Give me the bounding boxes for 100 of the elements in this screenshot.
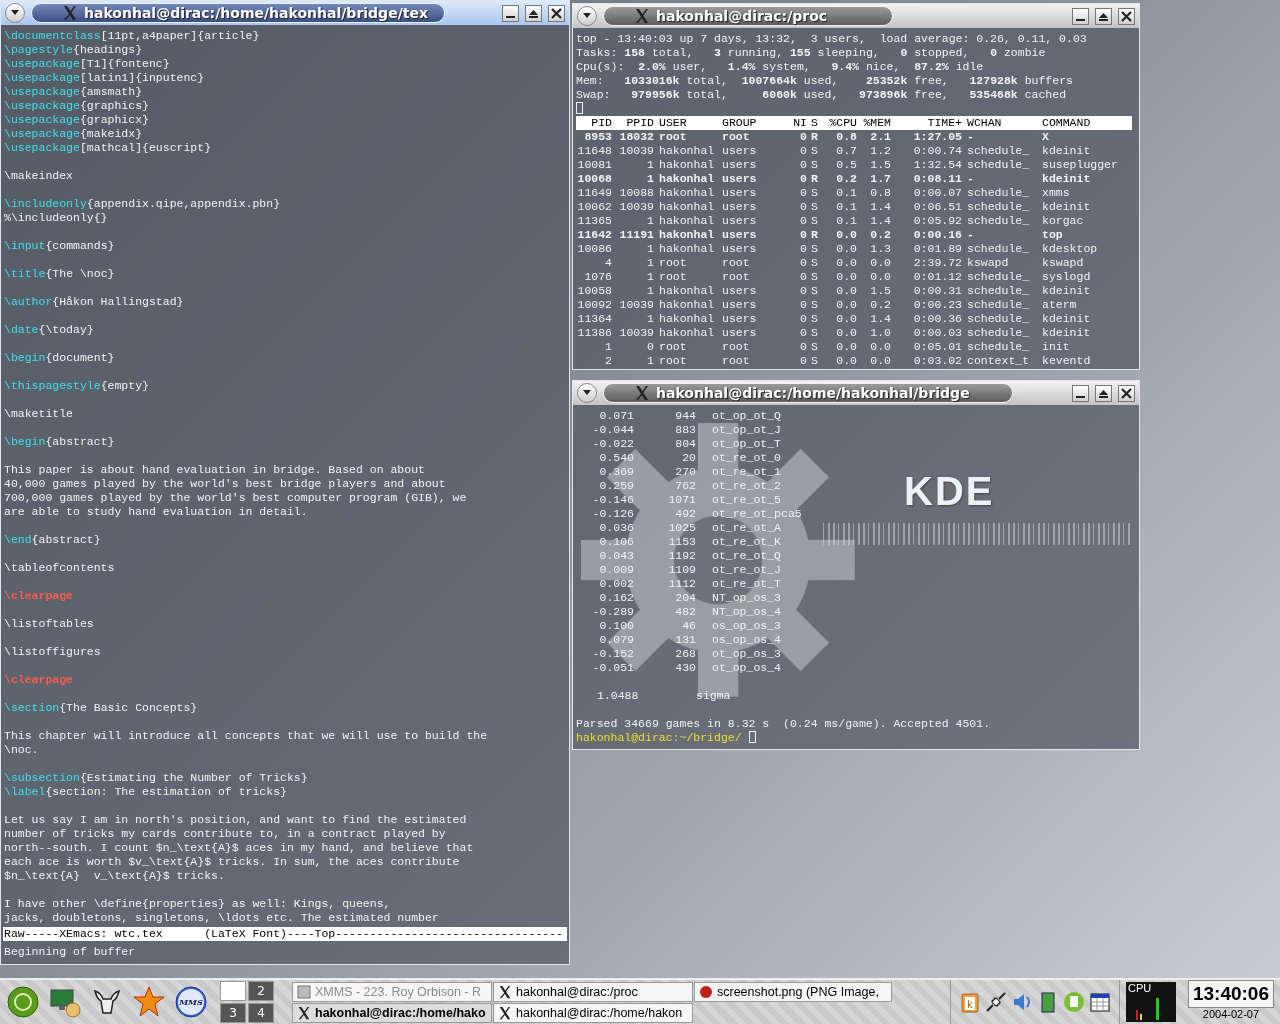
chevron-down-icon (582, 12, 592, 20)
table-cell-text: 1.3 (869, 242, 891, 256)
table-cell: 11642 (576, 228, 612, 242)
table-cell-text: root (658, 354, 688, 368)
table-cell: 11364 (576, 312, 612, 326)
table-cell-text: R (810, 172, 819, 186)
table-cell-text: kswapd (966, 256, 1010, 270)
output-cell-text: -0.152 (591, 647, 634, 661)
table-cell-text: users (722, 228, 758, 242)
table-cell-text: 0.0 (835, 242, 857, 256)
close-icon (551, 7, 562, 19)
output-cell-text: 0.079 (598, 633, 634, 647)
table-cell-text: users (722, 326, 758, 340)
output-cell-text: 0.369 (598, 465, 634, 479)
maximize-button[interactable] (1095, 384, 1112, 402)
table-header: PID PPID USER GROUP NI S %CPU %MEM TIME+ WCHAN COMMAND (576, 116, 1132, 130)
close-button[interactable] (1118, 7, 1135, 25)
code-line: \usepackage{amsmath} (4, 85, 144, 99)
table-cell-text: - (966, 130, 975, 144)
code-line: \usepackage[latin1]{inputenc} (4, 71, 206, 85)
table-cell-text: S (810, 200, 819, 214)
table-cell-text: 0:06.51 (912, 200, 962, 214)
table-cell-text: S (810, 340, 819, 354)
close-button[interactable] (1118, 384, 1135, 402)
text-cursor (748, 731, 756, 743)
output-cell-text: 268 (674, 647, 696, 661)
code-line: This chapter will introduce all concepts that we will use to build the (4, 729, 489, 743)
table-cell: 10086 (576, 242, 612, 256)
minimize-button[interactable] (1072, 384, 1089, 402)
star-icon[interactable] (132, 985, 166, 1019)
clipboard-icon[interactable]: k (958, 991, 981, 1013)
summary-line: Tasks: 158 total, 3 running, 155 sleeping, 0 stopped, 0 zombie (576, 46, 1047, 60)
task-button[interactable]: hakonhal@dirac:/home/hako (292, 1002, 492, 1023)
table-cell-text: context_t (966, 354, 1031, 368)
table-cell-text: hakonhal (658, 214, 716, 228)
output-cell-text: -0.051 (591, 661, 634, 675)
table-cell: 11365 (576, 214, 612, 228)
calendar-icon[interactable] (1088, 991, 1111, 1013)
window-title: hakonhal@dirac:/proc (656, 8, 828, 24)
maximize-button[interactable] (1095, 7, 1112, 25)
disc-icon[interactable] (6, 985, 40, 1019)
minimize-icon (1076, 396, 1085, 398)
x-logo-icon (498, 1005, 512, 1020)
table-cell-text: 0:05.92 (912, 214, 962, 228)
code-line: \begin{abstract} (4, 435, 116, 449)
output-cell-text: 0.043 (598, 549, 634, 563)
table-cell-text: root (722, 270, 751, 284)
desktop-button[interactable] (220, 981, 246, 1001)
code-line: jacks, doubletons, singletons, \ldots etc. The estimated number (4, 911, 440, 925)
table-cell-text: S (810, 214, 819, 228)
table-cell-text: hakonhal (658, 158, 716, 172)
code-line: \documentclass[11pt,a4paper]{article} (4, 29, 261, 43)
task-button[interactable]: screenshot.png (PNG Image, (694, 981, 892, 1002)
table-cell-text: 1 (646, 312, 654, 326)
table-cell-text: 0:00.36 (912, 312, 962, 326)
desktop-button[interactable]: 2 (248, 981, 274, 1001)
task-button[interactable]: hakonhal@dirac:/home/hakon (493, 1002, 693, 1023)
table-cell-text: users (722, 242, 758, 256)
x-logo-icon (634, 385, 650, 401)
table-cell-text: syslogd (1041, 270, 1092, 284)
x-logo-icon (297, 1005, 311, 1020)
task-button[interactable]: hakonhal@dirac:/proc (493, 981, 693, 1002)
table-cell-text: root (722, 256, 751, 270)
output-cell-text: -0.044 (591, 423, 634, 437)
window-menu-button[interactable] (5, 3, 25, 23)
media-player-icon[interactable]: MMS (174, 985, 208, 1019)
output-cell-text: 1153 (667, 535, 696, 549)
table-cell-text: users (722, 312, 758, 326)
code-line: \date{\today} (4, 323, 95, 337)
output-cell-text: ot_op_os_4 (711, 661, 781, 675)
output-cell-text: 1192 (667, 549, 696, 563)
code-line: \title{The \noc} (4, 267, 116, 281)
output-cell-text: 482 (674, 605, 696, 619)
minimize-icon (506, 16, 515, 18)
table-cell-text: 0 (799, 340, 807, 354)
output-cell-text: 270 (674, 465, 696, 479)
window-menu-button[interactable] (577, 6, 597, 26)
output-cell-text: os_op_os_4 (711, 633, 781, 647)
maximize-button[interactable] (525, 4, 542, 22)
minimize-button[interactable] (1072, 7, 1089, 25)
table-cell-text: 1.5 (869, 284, 891, 298)
window-menu-button[interactable] (577, 383, 597, 403)
code-line: \clearpage (4, 589, 74, 603)
close-button[interactable] (548, 4, 565, 22)
table-cell-text: root (722, 130, 751, 144)
minimize-button[interactable] (502, 4, 519, 22)
output-cell-text: 430 (674, 661, 696, 675)
desktop-button[interactable]: 3 (220, 1003, 246, 1023)
table-cell-text: schedule_ (966, 326, 1031, 340)
output-cell-text: 492 (674, 507, 696, 521)
plug-icon[interactable] (984, 991, 1007, 1013)
code-line: north--south. I count $n_\text{A}$ aces in my hand, and believe that (4, 841, 475, 855)
table-cell-text: korgac (1041, 214, 1085, 228)
clock[interactable]: 13:40:06 (1187, 980, 1274, 1008)
desktop-button[interactable]: 4 (248, 1003, 274, 1023)
x-logo-icon (498, 984, 512, 999)
output-cell-text: ot_re_ot_K (711, 535, 781, 549)
table-cell-text: 1:32.54 (912, 158, 962, 172)
table-cell-text: root (658, 340, 688, 354)
table-cell-text: 1.4 (869, 214, 891, 228)
